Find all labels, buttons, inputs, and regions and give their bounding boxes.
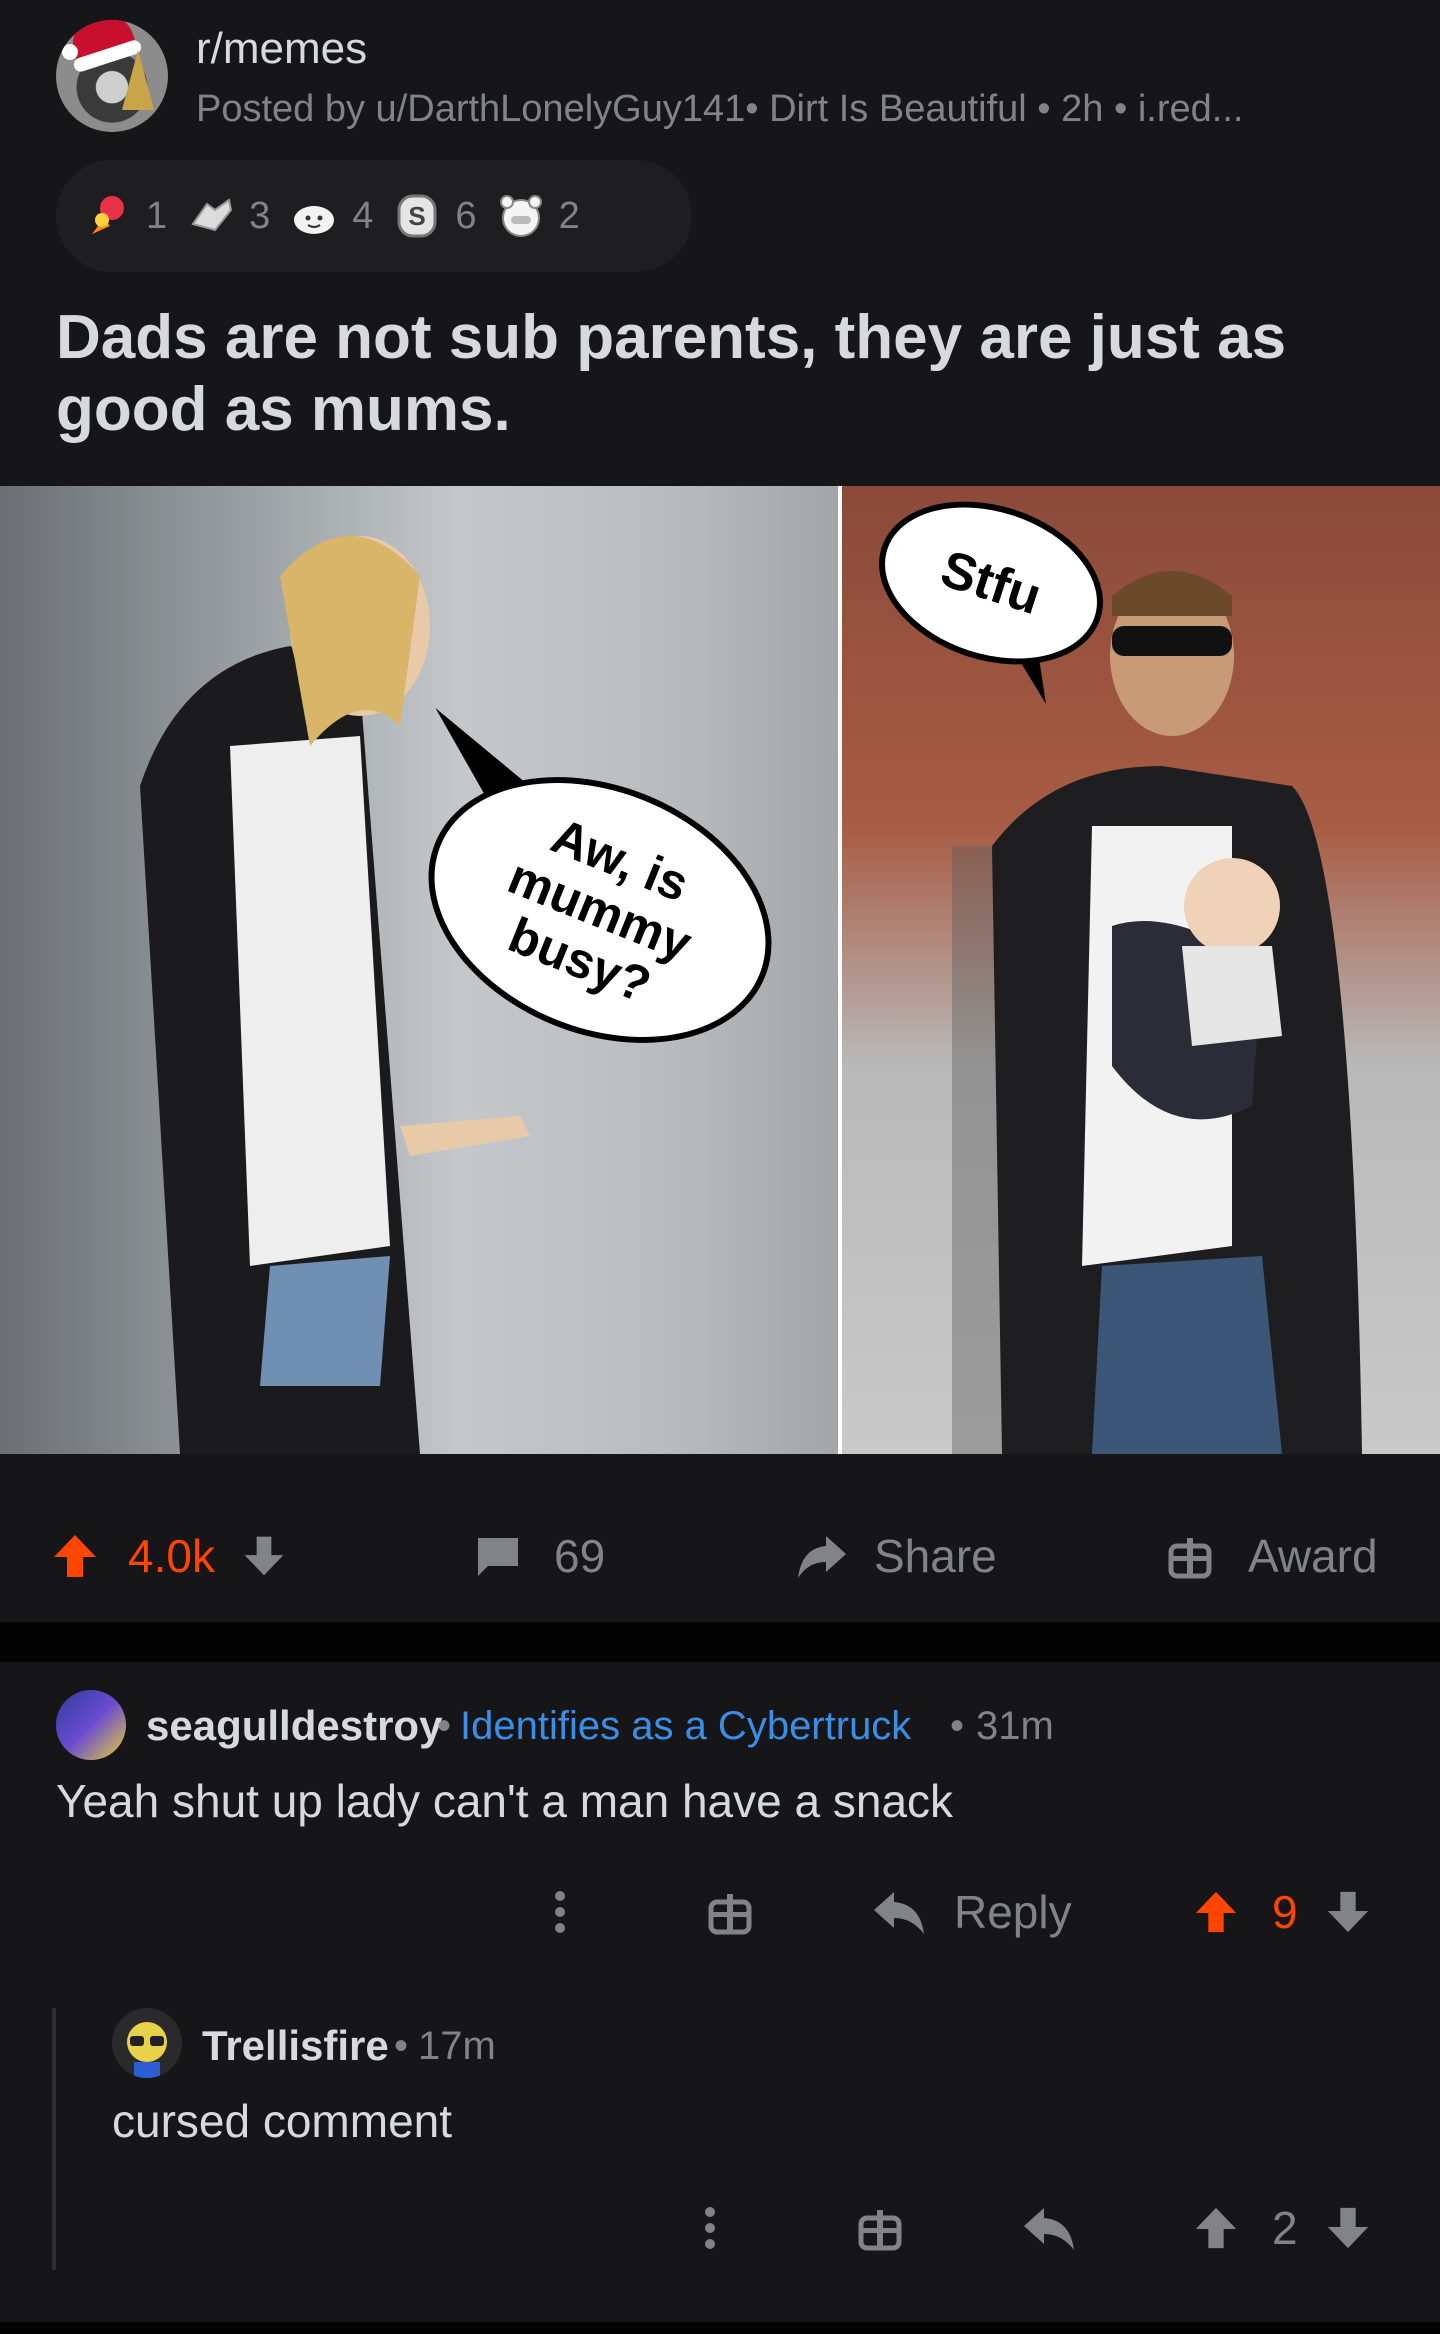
downvote-icon[interactable] — [1324, 2204, 1372, 2252]
comment-vote-group: 9 — [1192, 1872, 1372, 1952]
facepalm-bear-award-icon — [499, 195, 542, 237]
comment-vote-count: 9 — [1272, 1886, 1298, 1938]
gift-icon — [1168, 1538, 1212, 1579]
subreddit-avatar[interactable] — [56, 20, 168, 132]
reply-icon — [874, 1892, 924, 1934]
comment-author[interactable]: Trellisfire — [202, 2022, 389, 2070]
silver-award-icon: S — [397, 194, 437, 238]
post-vote-count: 4.0k — [128, 1530, 215, 1582]
post-card: r/memes Posted by u/DarthLonelyGuy141• D… — [0, 0, 1440, 1622]
subreddit-name[interactable]: r/memes — [196, 24, 367, 74]
gift-icon — [858, 2210, 902, 2251]
user-flair: Identifies as a Cybertruck — [460, 1704, 912, 1748]
award-count: 4 — [352, 194, 374, 237]
downvote-icon[interactable] — [241, 1533, 287, 1579]
comment-vote-group: 2 — [1192, 2188, 1372, 2268]
comment-vote-count: 2 — [1272, 2202, 1298, 2254]
rocket-like-award-icon — [92, 196, 124, 234]
share-button[interactable]: Share — [796, 1496, 997, 1616]
comment-icon — [478, 1538, 518, 1576]
upvote-icon[interactable] — [1192, 2204, 1240, 2252]
comment-time: 31m — [976, 1704, 1054, 1748]
upvote-icon[interactable] — [1192, 1888, 1240, 1936]
award-count: 2 — [558, 194, 580, 237]
award-1[interactable]: 1 — [82, 190, 167, 242]
meme-image[interactable]: Aw, is mummy busy? Stfu — [0, 486, 1440, 1454]
reply-icon — [1024, 2208, 1074, 2250]
more-vertical-icon — [555, 1891, 565, 1933]
svg-text:S: S — [409, 201, 426, 231]
thread-line[interactable] — [52, 2008, 56, 2270]
reply-button[interactable]: Reply — [872, 1872, 1072, 1952]
award-3[interactable]: 4 — [288, 190, 373, 242]
award-label: Award — [1248, 1530, 1378, 1582]
award-5[interactable]: 2 — [495, 190, 580, 242]
reply-button[interactable] — [1022, 2188, 1076, 2268]
awards-bar[interactable]: 1 3 4 S 6 2 — [56, 160, 692, 272]
post-title[interactable]: Dads are not sub parents, they are just … — [56, 302, 1396, 446]
avatar[interactable] — [56, 1690, 126, 1760]
helping-hand-award-icon — [191, 198, 233, 232]
vote-group: 4.0k — [50, 1496, 287, 1616]
meta-separator: • — [394, 2024, 409, 2068]
award-count: 6 — [455, 194, 477, 237]
upvote-icon[interactable] — [50, 1531, 100, 1581]
award-2[interactable]: 3 — [185, 190, 270, 242]
hat-pom-icon — [62, 44, 78, 60]
award-button[interactable]: Award — [1168, 1496, 1378, 1616]
give-award-button[interactable] — [858, 2188, 902, 2268]
post-meta[interactable]: Posted by u/DarthLonelyGuy141• Dirt Is B… — [196, 88, 1243, 131]
reply-label: Reply — [954, 1886, 1072, 1938]
bottom-bar — [0, 2322, 1440, 2334]
give-award-button[interactable] — [708, 1872, 752, 1952]
share-icon — [798, 1536, 846, 1578]
tree-icon — [122, 50, 154, 110]
snoo-avatar-icon — [127, 2022, 167, 2078]
award-count: 3 — [249, 194, 271, 237]
award-4[interactable]: S 6 — [391, 190, 477, 242]
more-options-button[interactable] — [700, 2188, 720, 2268]
section-separator — [0, 1622, 1440, 1662]
more-vertical-icon — [705, 2207, 715, 2249]
gift-icon — [708, 1894, 752, 1935]
man-figure — [952, 571, 1362, 1454]
meta-separator: • — [437, 1704, 452, 1748]
downvote-icon[interactable] — [1324, 1888, 1372, 1936]
award-count: 1 — [146, 194, 168, 237]
share-label: Share — [874, 1530, 997, 1582]
comments-button[interactable]: 69 — [474, 1496, 605, 1616]
comment-body: Yeah shut up lady can't a man have a sna… — [56, 1775, 954, 1827]
meta-separator: • — [950, 1704, 965, 1748]
avatar[interactable] — [112, 2008, 182, 2078]
post-actions: 4.0k 69 Share Award — [0, 1496, 1440, 1616]
more-options-button[interactable] — [550, 1872, 570, 1952]
comment-time: 17m — [418, 2024, 496, 2068]
comment-body: cursed comment — [112, 2095, 453, 2147]
comment-author[interactable]: seagulldestroy — [146, 1702, 442, 1750]
comment-count: 69 — [554, 1530, 606, 1582]
wholesome-seal-award-icon — [294, 206, 335, 234]
